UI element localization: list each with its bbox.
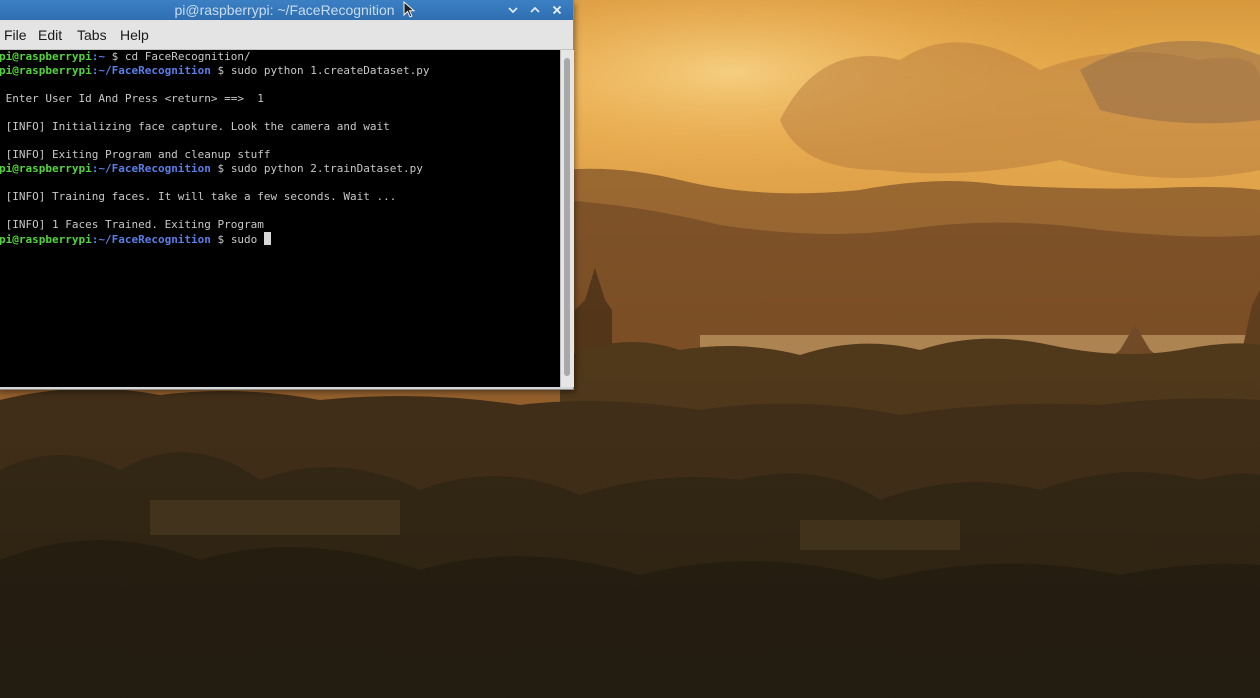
- terminal-prompt-line: pi@raspberrypi:~/FaceRecognition $ sudo: [0, 232, 430, 246]
- desktop: pi@raspberrypi: ~/FaceRecognition File E…: [0, 0, 1260, 698]
- prompt-user: pi@raspberrypi: [0, 233, 92, 246]
- command-text: sudo: [230, 233, 264, 246]
- menu-bar: File Edit Tabs Help: [0, 20, 573, 50]
- terminal-output[interactable]: pi@raspberrypi:~ $ cd FaceRecognition/pi…: [0, 50, 560, 387]
- prompt-path: :~: [91, 50, 105, 63]
- terminal-scrollbar[interactable]: [560, 50, 574, 387]
- terminal-output-line: [0, 176, 430, 190]
- terminal-lines: pi@raspberrypi:~ $ cd FaceRecognition/pi…: [0, 50, 430, 246]
- output-text: [INFO] 1 Faces Trained. Exiting Program: [0, 218, 264, 231]
- prompt-dollar: $: [210, 233, 231, 246]
- terminal-output-line: [INFO] Exiting Program and cleanup stuff: [0, 148, 430, 162]
- output-text: [INFO] Exiting Program and cleanup stuff: [0, 148, 271, 161]
- scrollbar-thumb[interactable]: [564, 58, 570, 376]
- window-title: pi@raspberrypi: ~/FaceRecognition: [174, 2, 395, 18]
- maximize-icon[interactable]: [526, 1, 544, 19]
- menu-help[interactable]: Help: [120, 27, 149, 43]
- output-text: [INFO] Training faces. It will take a fe…: [0, 190, 397, 203]
- prompt-dollar: $: [104, 50, 125, 63]
- terminal-prompt-line: pi@raspberrypi:~/FaceRecognition $ sudo …: [0, 64, 430, 78]
- prompt-user: pi@raspberrypi: [0, 64, 92, 77]
- terminal-output-line: [0, 106, 430, 120]
- command-text: sudo python 1.createDataset.py: [230, 64, 430, 77]
- prompt-path: :~/FaceRecognition: [91, 64, 211, 77]
- menu-edit[interactable]: Edit: [38, 27, 62, 43]
- terminal-output-line: [0, 134, 430, 148]
- terminal-window[interactable]: pi@raspberrypi: ~/FaceRecognition File E…: [0, 0, 574, 389]
- terminal-prompt-line: pi@raspberrypi:~/FaceRecognition $ sudo …: [0, 162, 430, 176]
- terminal-output-line: [INFO] 1 Faces Trained. Exiting Program: [0, 218, 430, 232]
- terminal-output-line: [0, 204, 430, 218]
- close-icon[interactable]: [548, 1, 566, 19]
- prompt-dollar: $: [210, 162, 231, 175]
- terminal-output-line: Enter User Id And Press <return> ==> 1: [0, 92, 430, 106]
- minimize-icon[interactable]: [504, 1, 522, 19]
- output-text: Enter User Id And Press <return> ==> 1: [0, 92, 264, 105]
- terminal-output-line: [INFO] Initializing face capture. Look t…: [0, 120, 430, 134]
- terminal-prompt-line: pi@raspberrypi:~ $ cd FaceRecognition/: [0, 50, 430, 64]
- command-text: cd FaceRecognition/: [124, 50, 251, 63]
- output-text: [INFO] Initializing face capture. Look t…: [0, 120, 390, 133]
- prompt-path: :~/FaceRecognition: [91, 162, 211, 175]
- menu-file[interactable]: File: [4, 27, 27, 43]
- command-text: sudo python 2.trainDataset.py: [230, 162, 423, 175]
- prompt-user: pi@raspberrypi: [0, 162, 92, 175]
- window-titlebar[interactable]: pi@raspberrypi: ~/FaceRecognition: [0, 0, 573, 20]
- prompt-path: :~/FaceRecognition: [91, 233, 211, 246]
- terminal-output-line: [INFO] Training faces. It will take a fe…: [0, 190, 430, 204]
- mouse-pointer-icon: [403, 1, 416, 18]
- menu-tabs[interactable]: Tabs: [77, 27, 107, 43]
- prompt-user: pi@raspberrypi: [0, 50, 92, 63]
- prompt-dollar: $: [210, 64, 231, 77]
- terminal-output-line: [0, 78, 430, 92]
- text-cursor: [263, 232, 271, 245]
